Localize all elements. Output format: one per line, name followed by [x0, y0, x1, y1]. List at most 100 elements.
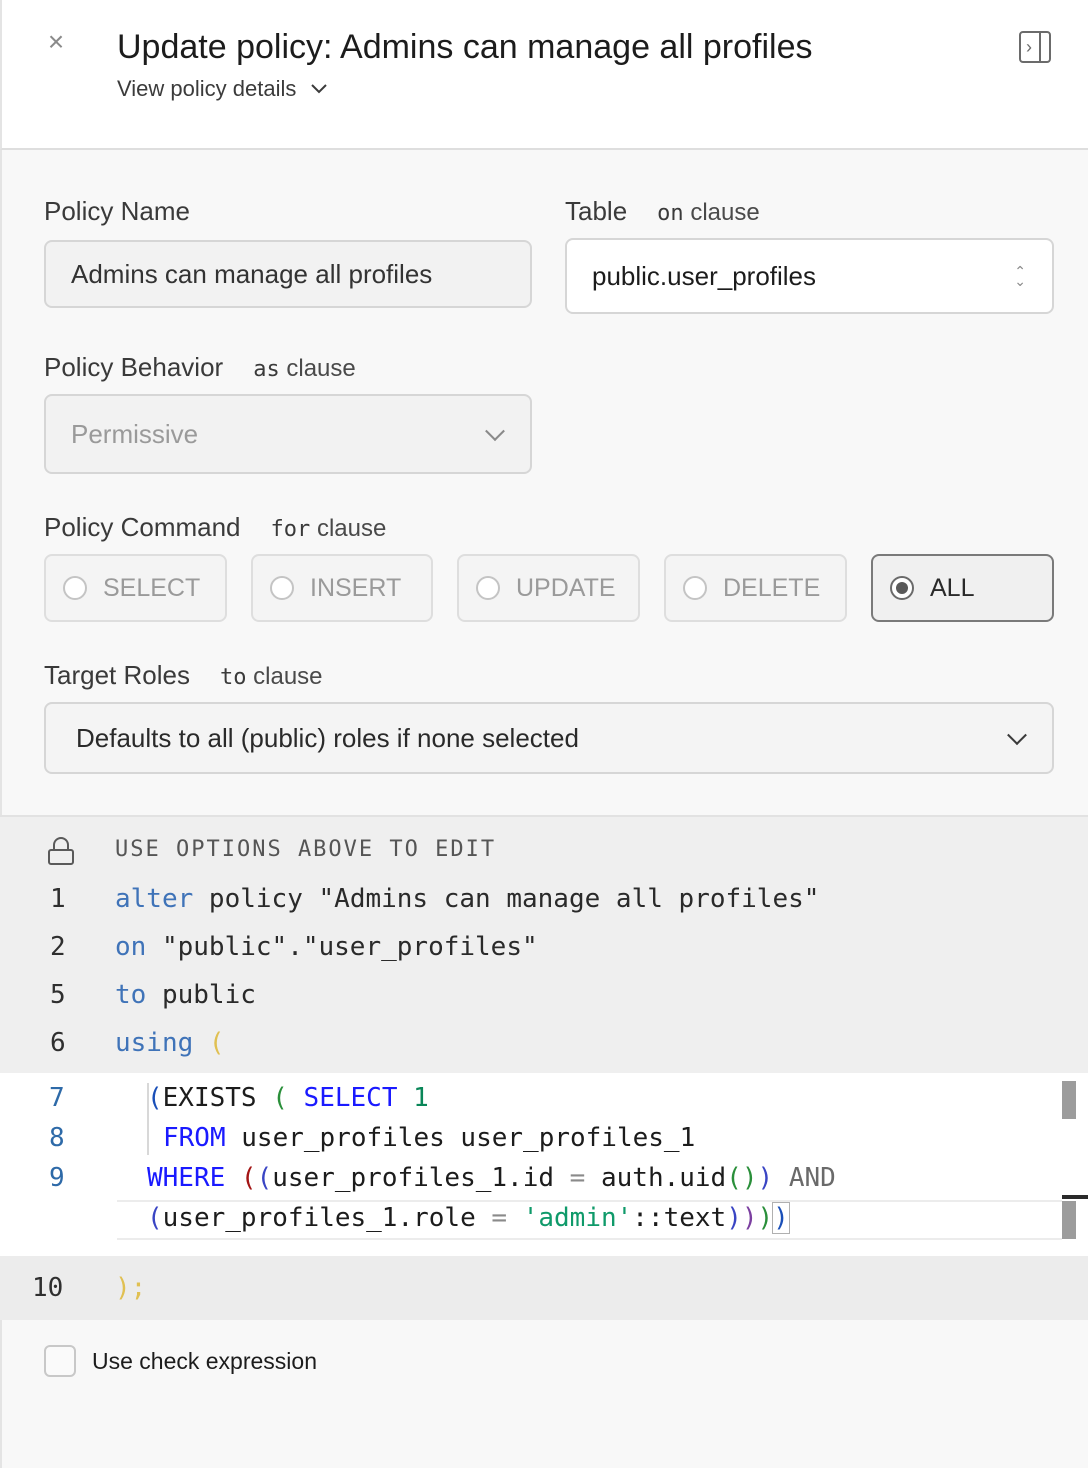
code-token: ( [147, 1083, 163, 1113]
line-number: 7 [49, 1083, 65, 1113]
command-option-insert[interactable]: INSERT [251, 554, 433, 622]
command-option-select[interactable]: SELECT [44, 554, 227, 622]
code-token: ) [772, 1202, 790, 1234]
command-option-update[interactable]: UPDATE [457, 554, 640, 622]
code-token: 'admin' [522, 1203, 633, 1233]
line-number: 10 [32, 1273, 64, 1303]
sql-line: 2 on "public"."user_profiles" [0, 927, 538, 967]
code-token: user_profiles user_profiles_1 [225, 1123, 696, 1153]
command-clause-word: clause [316, 515, 387, 542]
code-token: ) [757, 1203, 774, 1233]
radio-icon [683, 576, 707, 600]
check-expression-section: Use check expression [0, 1320, 1088, 1468]
scroll-marker [1062, 1195, 1088, 1199]
sql-preview-end: 10); [0, 1256, 1088, 1320]
roles-label-text: Target Roles [44, 660, 190, 690]
sql-line: 5 to public [0, 975, 256, 1015]
table-select[interactable]: public.user_profiles ⌃ ⌄ [565, 238, 1054, 314]
sql-text: ); [115, 1273, 147, 1303]
close-icon[interactable]: × [44, 28, 68, 56]
behavior-clause-word: clause [286, 355, 356, 382]
code-token: AND [773, 1163, 836, 1193]
behavior-select-value: Permissive [71, 418, 199, 449]
radio-icon [476, 576, 500, 600]
command-option-label: SELECT [103, 573, 201, 602]
code-token: ( [225, 1163, 257, 1193]
sql-text: policy "Admins can manage all profiles" [193, 884, 820, 914]
code-token: ( [147, 1203, 163, 1233]
code-line: (user_profiles_1.role = 'admin'::text)))… [147, 1202, 790, 1234]
scrollbar-thumb[interactable] [1062, 1201, 1076, 1239]
code-token: user_profiles_1.role [162, 1203, 476, 1233]
use-check-expression-checkbox[interactable] [44, 1345, 76, 1377]
command-option-label: ALL [930, 573, 975, 602]
using-expression-editor[interactable]: 7 8 9 (EXISTS ( SELECT 1 FROM user_profi… [0, 1073, 1088, 1256]
code-token: WHERE [147, 1163, 226, 1193]
sql-keyword: alter [115, 884, 194, 914]
command-clause-kw: for [270, 517, 311, 542]
panel-header: × Update policy: Admins can manage all p… [0, 0, 1088, 150]
sql-keyword: to [115, 980, 147, 1010]
view-policy-details-label: View policy details [117, 76, 297, 101]
code-token: = [475, 1203, 523, 1233]
code-token: 1 [397, 1083, 429, 1113]
sql-line: 1 alter policy "Admins can manage all pro… [0, 879, 819, 919]
code-token: ) [757, 1163, 774, 1193]
sql-text: "public"."user_profiles" [146, 932, 538, 962]
use-check-expression-label[interactable]: Use check expression [92, 1348, 317, 1375]
sql-line: 6 using ( [0, 1023, 225, 1063]
command-option-label: UPDATE [516, 573, 616, 602]
view-policy-details-toggle[interactable]: View policy details [117, 76, 328, 102]
table-label-text: Table [565, 196, 628, 226]
select-arrows-icon: ⌃ ⌄ [1014, 263, 1026, 289]
page-title: Update policy: Admins can manage all pro… [117, 28, 813, 66]
line-number: 9 [49, 1163, 65, 1193]
policy-behavior-label: Policy Behavior as clause [44, 352, 356, 383]
policy-name-input[interactable]: Admins can manage all profiles [44, 240, 532, 308]
roles-placeholder: Defaults to all (public) roles if none s… [76, 722, 579, 753]
behavior-clause-kw: as [253, 357, 280, 382]
line-number: 5 [50, 980, 66, 1010]
expand-panel-icon[interactable]: › [1019, 31, 1051, 63]
sql-text: public [146, 980, 256, 1010]
code-token: () [726, 1163, 758, 1193]
radio-icon [270, 576, 294, 600]
line-number: 6 [50, 1028, 66, 1058]
code-token: EXISTS [162, 1083, 257, 1113]
roles-clause-word: clause [253, 663, 323, 690]
sql-line: 10); [0, 1268, 146, 1308]
policy-name-label: Policy Name [44, 196, 190, 226]
code-line: (EXISTS ( SELECT 1 [147, 1083, 429, 1113]
line-number: 1 [50, 884, 66, 914]
table-select-value: public.user_profiles [592, 260, 817, 291]
radio-selected-icon [890, 576, 914, 600]
sql-keyword: using [115, 1028, 194, 1058]
code-token: user_profiles_1.id [272, 1163, 555, 1193]
command-label-text: Policy Command [44, 512, 241, 542]
command-option-label: INSERT [310, 573, 402, 602]
code-token: FROM [163, 1123, 226, 1153]
target-roles-label: Target Roles to clause [44, 660, 323, 691]
line-number: 8 [49, 1123, 65, 1153]
code-token: ::text [632, 1203, 727, 1233]
code-token: ) [741, 1203, 758, 1233]
target-roles-select[interactable]: Defaults to all (public) roles if none s… [44, 702, 1054, 774]
code-token: ( [256, 1163, 273, 1193]
code-token: SELECT [303, 1083, 398, 1113]
table-label: Table on clause [565, 196, 760, 227]
command-option-delete[interactable]: DELETE [664, 554, 847, 622]
command-option-all[interactable]: ALL [871, 554, 1054, 622]
code-token: = [554, 1163, 601, 1193]
chevron-down-icon [311, 84, 328, 94]
sql-keyword: on [115, 932, 147, 962]
chevron-down-icon [1007, 725, 1027, 746]
code-line: FROM user_profiles user_profiles_1 [163, 1123, 695, 1153]
readonly-notice: USE OPTIONS ABOVE TO EDIT [115, 837, 497, 862]
sql-preview-readonly: USE OPTIONS ABOVE TO EDIT 1 alter policy … [0, 815, 1088, 1073]
code-token: ( [256, 1083, 304, 1113]
lock-icon [48, 837, 74, 865]
policy-behavior-select[interactable]: Permissive [44, 394, 532, 474]
scrollbar-thumb[interactable] [1062, 1081, 1076, 1119]
radio-icon [63, 576, 87, 600]
code-token: auth.uid [600, 1163, 727, 1193]
